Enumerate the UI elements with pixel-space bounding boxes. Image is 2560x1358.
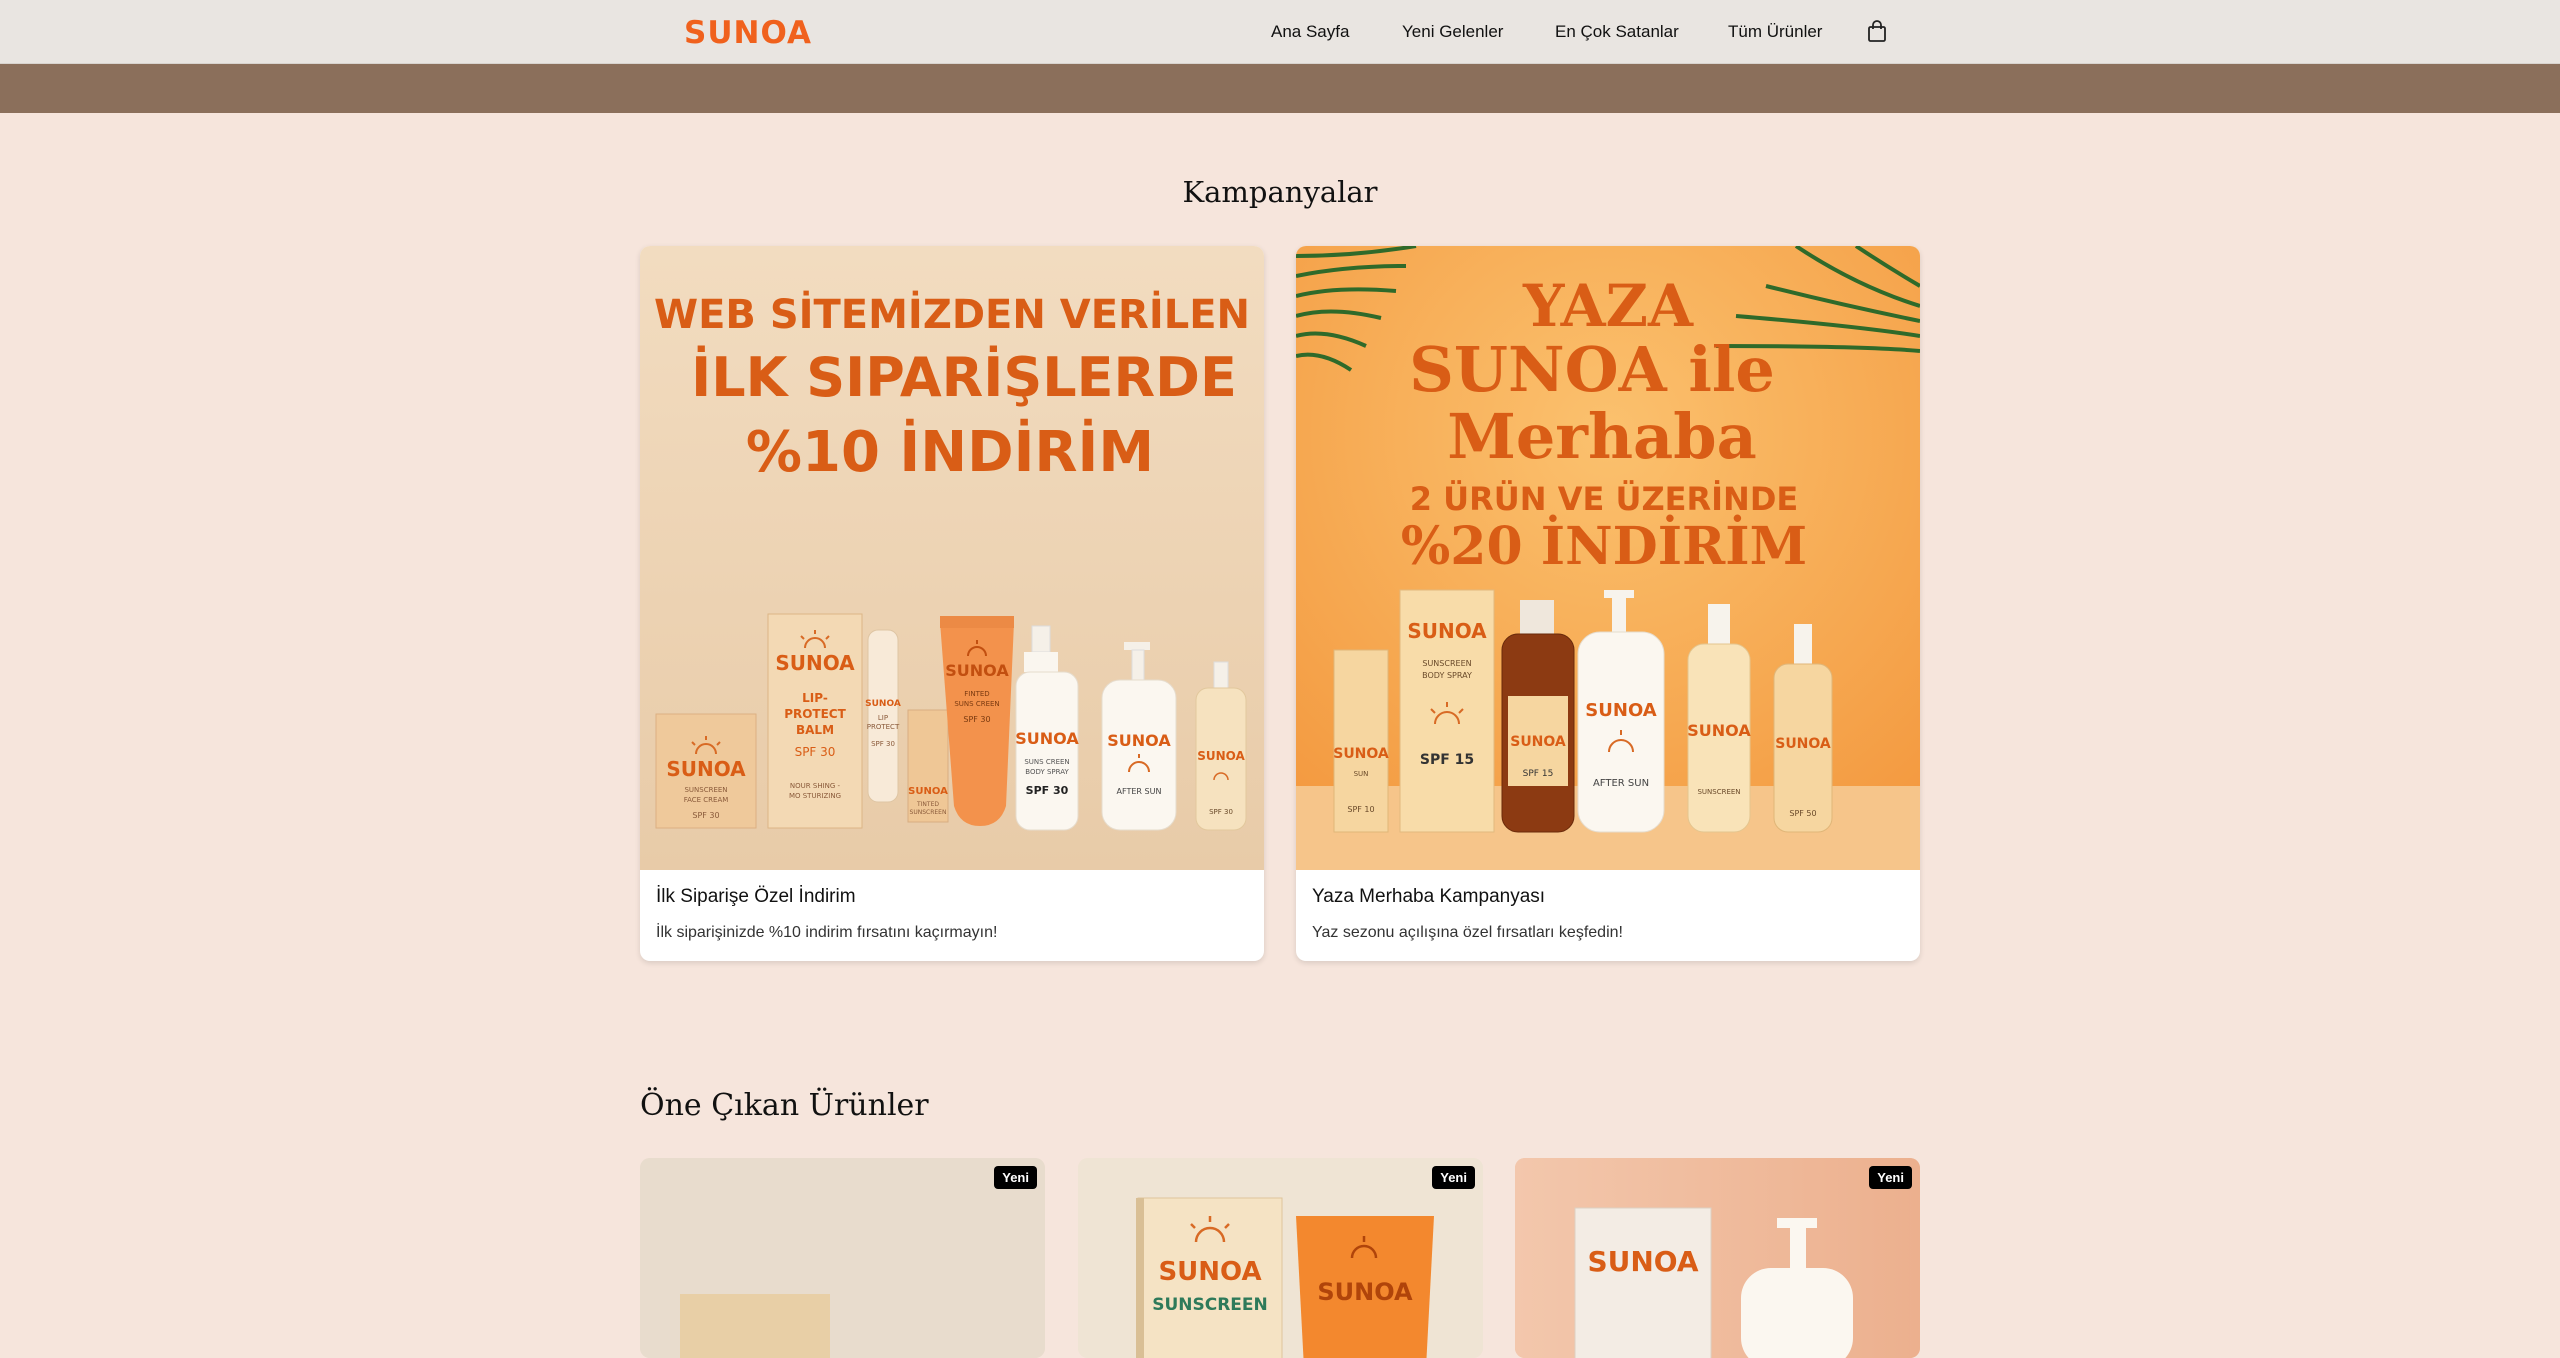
product-sun-stick: SUNOA SUN SPF 10: [1333, 649, 1389, 833]
site-logo[interactable]: SUNOA: [684, 15, 812, 51]
svg-text:SUNSCREEN: SUNSCREEN: [1697, 788, 1740, 796]
banner-line-1: WEB SİTEMİZDEN VERİLEN: [654, 290, 1250, 338]
product-body-spray-box: SUNOA SUNSCREEN BODY SPRAY SPF 15: [1399, 589, 1495, 833]
campaign-description-first-order: İlk siparişinizde %10 indirim fırsatını …: [656, 924, 998, 941]
banner2-line-2: SUNOA ile: [1409, 333, 1775, 406]
svg-text:BALM: BALM: [796, 723, 834, 737]
svg-text:SUNSCREEN: SUNSCREEN: [1422, 659, 1471, 668]
svg-text:NOUR SHING -: NOUR SHING -: [790, 782, 841, 790]
svg-text:SPF 30: SPF 30: [795, 745, 836, 759]
banner-line-3: %10 İNDİRİM: [746, 420, 1154, 485]
svg-text:SUNOA: SUNOA: [1775, 736, 1831, 752]
svg-text:SUNOA: SUNOA: [865, 699, 901, 709]
product-tinted-small-box: SUNOA TINTED SUNSCREEN: [907, 709, 949, 823]
new-badge: Yeni: [1869, 1166, 1912, 1189]
svg-text:SPF 30: SPF 30: [871, 740, 895, 748]
product-amber-spray: SUNOA SPF 15: [1501, 600, 1575, 833]
svg-text:AFTER SUN: AFTER SUN: [1593, 778, 1649, 789]
hero-banner-strip: [0, 64, 2560, 113]
svg-text:BODY SPRAY: BODY SPRAY: [1025, 768, 1069, 776]
campaign-image-summer: YAZA SUNOA ile Merhaba 2 ÜRÜN VE ÜZERİND…: [1296, 246, 1920, 870]
svg-text:LIP: LIP: [878, 714, 888, 722]
new-badge: Yeni: [1432, 1166, 1475, 1189]
banner2-line-4: 2 ÜRÜN VE ÜZERİNDE: [1410, 480, 1799, 518]
svg-text:SUNOA: SUNOA: [1317, 1278, 1413, 1306]
svg-text:SUNSCREEN: SUNSCREEN: [1152, 1295, 1268, 1315]
product-card-2[interactable]: SUNOA SUNSCREEN SUNOA Yeni: [1078, 1158, 1483, 1358]
svg-text:BODY SPRAY: BODY SPRAY: [1422, 671, 1472, 680]
svg-text:LIP-: LIP-: [802, 691, 828, 705]
product-card-1[interactable]: Yeni: [640, 1158, 1045, 1358]
svg-text:SUNOA: SUNOA: [1587, 1245, 1698, 1278]
product-face-cream-box: SUNOA SUNSCREEN FACE CREAM SPF 30: [655, 713, 757, 829]
svg-text:SUNOA: SUNOA: [1585, 700, 1656, 721]
campaign-description-summer: Yaz sezonu açılışına özel fırsatları keş…: [1312, 924, 1623, 941]
campaign-card-first-order[interactable]: WEB SİTEMİZDEN VERİLEN İLK SIPARİŞLERDE …: [640, 246, 1264, 961]
svg-text:SPF 30: SPF 30: [1209, 808, 1233, 816]
banner2-line-5: %20 İNDİRİM: [1401, 514, 1807, 577]
svg-text:FACE CREAM: FACE CREAM: [684, 796, 729, 804]
svg-text:SUNOA: SUNOA: [908, 786, 948, 797]
nav-all-products[interactable]: Tüm Ürünler: [1728, 22, 1822, 42]
svg-text:PROTECT: PROTECT: [867, 723, 900, 731]
svg-text:TINTED: TINTED: [916, 801, 939, 808]
svg-text:PROTECT: PROTECT: [784, 707, 846, 721]
svg-text:SUNOA: SUNOA: [945, 661, 1009, 680]
svg-text:SUNS CREEN: SUNS CREEN: [954, 700, 999, 708]
campaign-image-first-order: WEB SİTEMİZDEN VERİLEN İLK SIPARİŞLERDE …: [640, 246, 1264, 870]
svg-text:SPF 15: SPF 15: [1523, 769, 1554, 779]
svg-text:SUN: SUN: [1354, 770, 1369, 778]
svg-text:MO STURIZING: MO STURIZING: [789, 792, 841, 800]
svg-text:SUNOA: SUNOA: [1407, 619, 1487, 643]
svg-text:SUNOA: SUNOA: [1510, 734, 1566, 750]
svg-text:SPF 30: SPF 30: [692, 811, 719, 820]
svg-text:SUNOA: SUNOA: [1687, 721, 1751, 740]
svg-text:SPF 10: SPF 10: [1347, 805, 1374, 814]
banner2-line-1: YAZA: [1522, 272, 1694, 340]
nav-new-arrivals[interactable]: Yeni Gelenler: [1402, 22, 1503, 42]
svg-text:SUNOA: SUNOA: [1197, 749, 1245, 763]
banner-line-2: İLK SIPARİŞLERDE: [691, 346, 1237, 409]
svg-text:SUNOA: SUNOA: [1158, 1257, 1261, 1287]
top-navbar: SUNOA Ana Sayfa Yeni Gelenler En Çok Sat…: [0, 0, 2560, 64]
svg-text:SPF 15: SPF 15: [1420, 752, 1474, 768]
svg-text:SUNOA: SUNOA: [1015, 729, 1079, 748]
campaign-card-summer[interactable]: YAZA SUNOA ile Merhaba 2 ÜRÜN VE ÜZERİND…: [1296, 246, 1920, 961]
svg-text:SPF 50: SPF 50: [1789, 809, 1816, 818]
product-image-3: SUNOA: [1515, 1158, 1920, 1358]
svg-text:SUNOA: SUNOA: [1333, 746, 1389, 762]
nav-best-sellers[interactable]: En Çok Satanlar: [1555, 22, 1679, 42]
product-card-3[interactable]: SUNOA Yeni: [1515, 1158, 1920, 1358]
campaign-title-first-order: İlk Siparişe Özel İndirim: [656, 886, 856, 907]
svg-text:SPF 30: SPF 30: [963, 715, 990, 724]
svg-text:SUNOA: SUNOA: [775, 651, 855, 675]
svg-text:SUNSCREEN: SUNSCREEN: [684, 786, 727, 794]
product-image-2: SUNOA SUNSCREEN SUNOA: [1078, 1158, 1483, 1358]
product-lip-stick: SUNOA LIP PROTECT SPF 30: [865, 629, 901, 803]
campaigns-heading: Kampanyalar: [1182, 175, 1378, 209]
svg-text:SUNOA: SUNOA: [666, 757, 746, 781]
banner2-line-3: Merhaba: [1447, 400, 1757, 473]
shopping-bag-icon[interactable]: [1864, 18, 1890, 44]
new-badge: Yeni: [994, 1166, 1037, 1189]
svg-text:AFTER SUN: AFTER SUN: [1117, 787, 1162, 796]
campaign-title-summer: Yaza Merhaba Kampanyası: [1312, 886, 1546, 907]
product-image-1: [640, 1158, 1045, 1358]
svg-text:FINTED: FINTED: [964, 690, 989, 698]
svg-text:SUNS CREEN: SUNS CREEN: [1024, 758, 1069, 766]
svg-text:SUNSCREEN: SUNSCREEN: [910, 809, 947, 816]
svg-text:SUNOA: SUNOA: [1107, 731, 1171, 750]
product-lip-balm-box: SUNOA LIP- PROTECT BALM SPF 30 NOUR SHIN…: [767, 613, 863, 829]
nav-home[interactable]: Ana Sayfa: [1271, 22, 1349, 42]
svg-text:SPF 30: SPF 30: [1026, 784, 1069, 797]
featured-products-heading: Öne Çıkan Ürünler: [640, 1088, 929, 1123]
